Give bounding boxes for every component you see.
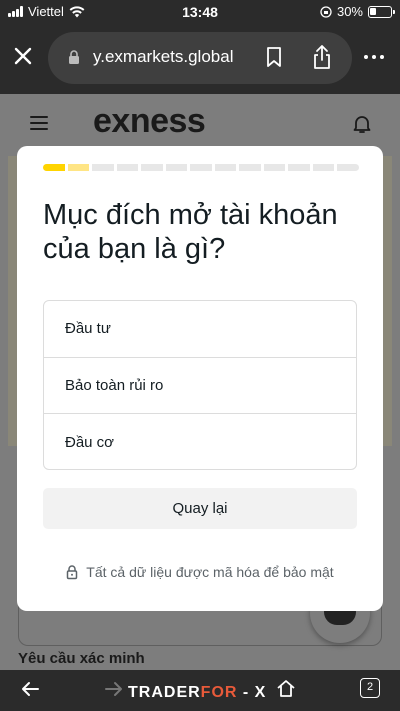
back-button[interactable]: Quay lại <box>43 488 357 529</box>
browser-bar: y.exmarkets.global <box>0 24 400 94</box>
browser-toolbar: TRADERFOR - X 2 <box>0 670 400 711</box>
battery-icon <box>368 5 395 18</box>
progress-segment <box>239 164 261 171</box>
security-text: Tất cả dữ liệu được mã hóa để bảo mật <box>86 564 334 580</box>
back-arrow-icon[interactable] <box>20 680 40 698</box>
purpose-dialog: Mục đích mở tài khoản của bạn là gì? Đầu… <box>17 146 383 611</box>
hamburger-icon[interactable] <box>30 116 48 130</box>
progress-segment <box>190 164 212 171</box>
progress-segment <box>165 164 187 171</box>
progress-segment <box>92 164 114 171</box>
option-speculation[interactable]: Đầu cơ <box>44 414 356 469</box>
watermark: TRADERFOR - X <box>128 684 267 701</box>
address-bar[interactable]: y.exmarkets.global <box>48 32 352 84</box>
purpose-options: Đầu tư Bảo toàn rủi ro Đầu cơ <box>43 300 357 470</box>
home-icon[interactable] <box>276 678 296 698</box>
progress-segment <box>116 164 138 171</box>
lock-icon <box>69 50 79 64</box>
progress-segment <box>214 164 236 171</box>
url-text: y.exmarkets.global <box>93 47 234 66</box>
progress-segment <box>141 164 163 171</box>
bell-icon[interactable] <box>352 114 372 134</box>
battery-percent: 30% <box>336 4 363 19</box>
orientation-lock-icon <box>320 5 332 18</box>
progress-segment <box>288 164 310 171</box>
progress-segment <box>43 164 65 171</box>
tab-count[interactable]: 2 <box>360 678 380 698</box>
option-invest[interactable]: Đầu tư <box>44 301 356 358</box>
verification-heading: Yêu cầu xác minh <box>18 650 145 667</box>
progress-segment <box>312 164 334 171</box>
progress-bar <box>43 164 359 171</box>
progress-segment <box>263 164 285 171</box>
exness-logo[interactable]: exness <box>93 102 206 141</box>
forward-arrow-icon[interactable] <box>104 680 124 698</box>
share-icon[interactable] <box>312 44 332 70</box>
progress-segment <box>67 164 89 171</box>
option-hedging[interactable]: Bảo toàn rủi ro <box>44 358 356 414</box>
padlock-icon <box>67 564 78 579</box>
dialog-title: Mục đích mở tài khoản của bạn là gì? <box>43 199 338 265</box>
progress-segment <box>337 164 359 171</box>
more-icon[interactable] <box>364 55 384 59</box>
status-bar: Viettel 13:48 30% <box>0 0 400 24</box>
battery-group: 30% <box>320 4 395 19</box>
bookmark-icon[interactable] <box>266 46 282 68</box>
close-icon[interactable] <box>12 45 34 67</box>
security-note: Tất cả dữ liệu được mã hóa để bảo mật <box>43 564 357 580</box>
